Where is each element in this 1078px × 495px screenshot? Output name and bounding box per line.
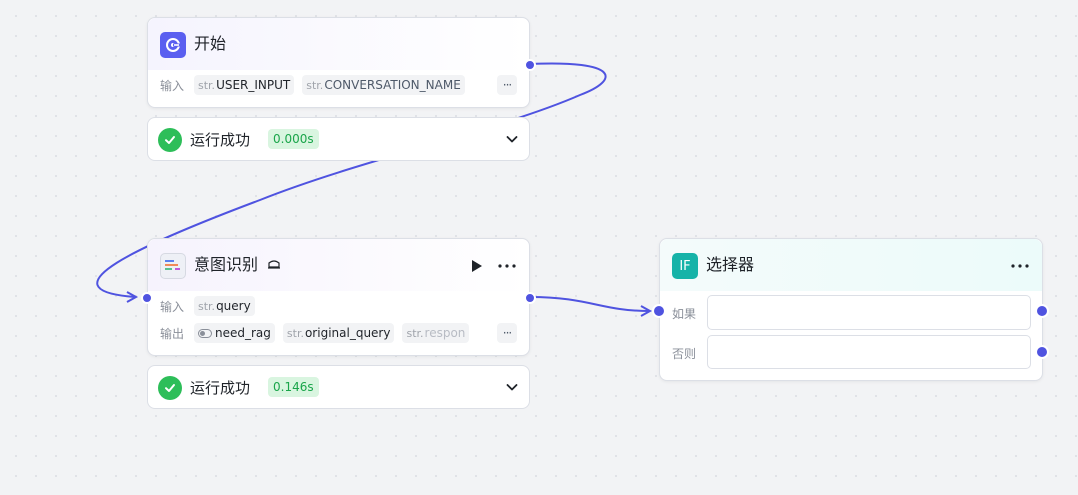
chevron-down-icon[interactable] — [505, 131, 519, 150]
node-menu-button[interactable] — [496, 256, 518, 276]
toggle-type-icon — [198, 328, 212, 338]
start-run-status[interactable]: 运行成功 0.000s — [147, 117, 530, 161]
input-label: 输入 — [160, 299, 185, 314]
if-selector-icon: IF — [672, 253, 698, 279]
chevron-down-icon[interactable] — [505, 379, 519, 398]
condition-else-field[interactable] — [707, 335, 1031, 369]
success-check-icon — [158, 128, 182, 152]
start-output-port[interactable] — [524, 59, 536, 71]
intent-input-port[interactable] — [141, 292, 153, 304]
start-node-title: 开始 — [194, 34, 227, 53]
condition-if-label: 如果 — [672, 307, 697, 321]
selector-node-title: 选择器 — [706, 255, 755, 274]
output-var-need-rag: need_rag — [194, 323, 275, 343]
note-icon — [267, 255, 281, 277]
intent-inputs-row: 输入 str. query — [160, 295, 517, 317]
else-output-port[interactable] — [1035, 345, 1049, 359]
input-label: 输入 — [160, 78, 185, 93]
output-var-response: str. respon — [402, 323, 470, 343]
input-var-conversation-name: str. CONVERSATION_NAME — [302, 75, 465, 95]
selector-input-port[interactable] — [652, 304, 666, 318]
input-var-query: str. query — [194, 296, 255, 316]
condition-if-field[interactable] — [707, 295, 1031, 330]
edge-intent-to-selector — [529, 296, 651, 312]
run-node-button[interactable] — [467, 256, 487, 276]
intent-outputs-row: 输出 need_rag str. original_query str. respo… — [160, 322, 517, 344]
intent-output-port[interactable] — [524, 292, 536, 304]
input-var-user-input: str. USER_INPUT — [194, 75, 295, 95]
start-icon — [160, 32, 186, 58]
more-outputs-button[interactable]: ··· — [497, 323, 517, 343]
run-time-badge: 0.000s — [268, 129, 319, 149]
run-time-badge: 0.146s — [268, 377, 319, 397]
selector-node[interactable]: IF 选择器 如果 否则 — [652, 238, 1049, 381]
intent-recognition-icon — [160, 253, 186, 279]
more-inputs-button[interactable]: ··· — [497, 75, 517, 95]
intent-run-status[interactable]: 运行成功 0.146s — [147, 365, 530, 409]
status-text: 运行成功 — [190, 131, 251, 149]
node-menu-button[interactable] — [1009, 256, 1031, 276]
output-label: 输出 — [160, 326, 185, 341]
start-inputs-row: 输入 str. USER_INPUT str. CONVERSATION_NAME … — [160, 74, 517, 96]
condition-else-label: 否则 — [672, 347, 697, 361]
intent-node-title: 意图识别 — [194, 254, 281, 277]
status-text: 运行成功 — [190, 379, 251, 397]
if-output-port[interactable] — [1035, 304, 1049, 318]
intent-node[interactable]: 意图识别 输入 str. query 输出 need_rag str. origin… — [141, 238, 536, 356]
output-var-original-query: str. original_query — [282, 323, 395, 343]
start-node[interactable]: 开始 输入 str. USER_INPUT str. CONVERSATION_NA… — [147, 17, 536, 108]
success-check-icon — [158, 376, 182, 400]
